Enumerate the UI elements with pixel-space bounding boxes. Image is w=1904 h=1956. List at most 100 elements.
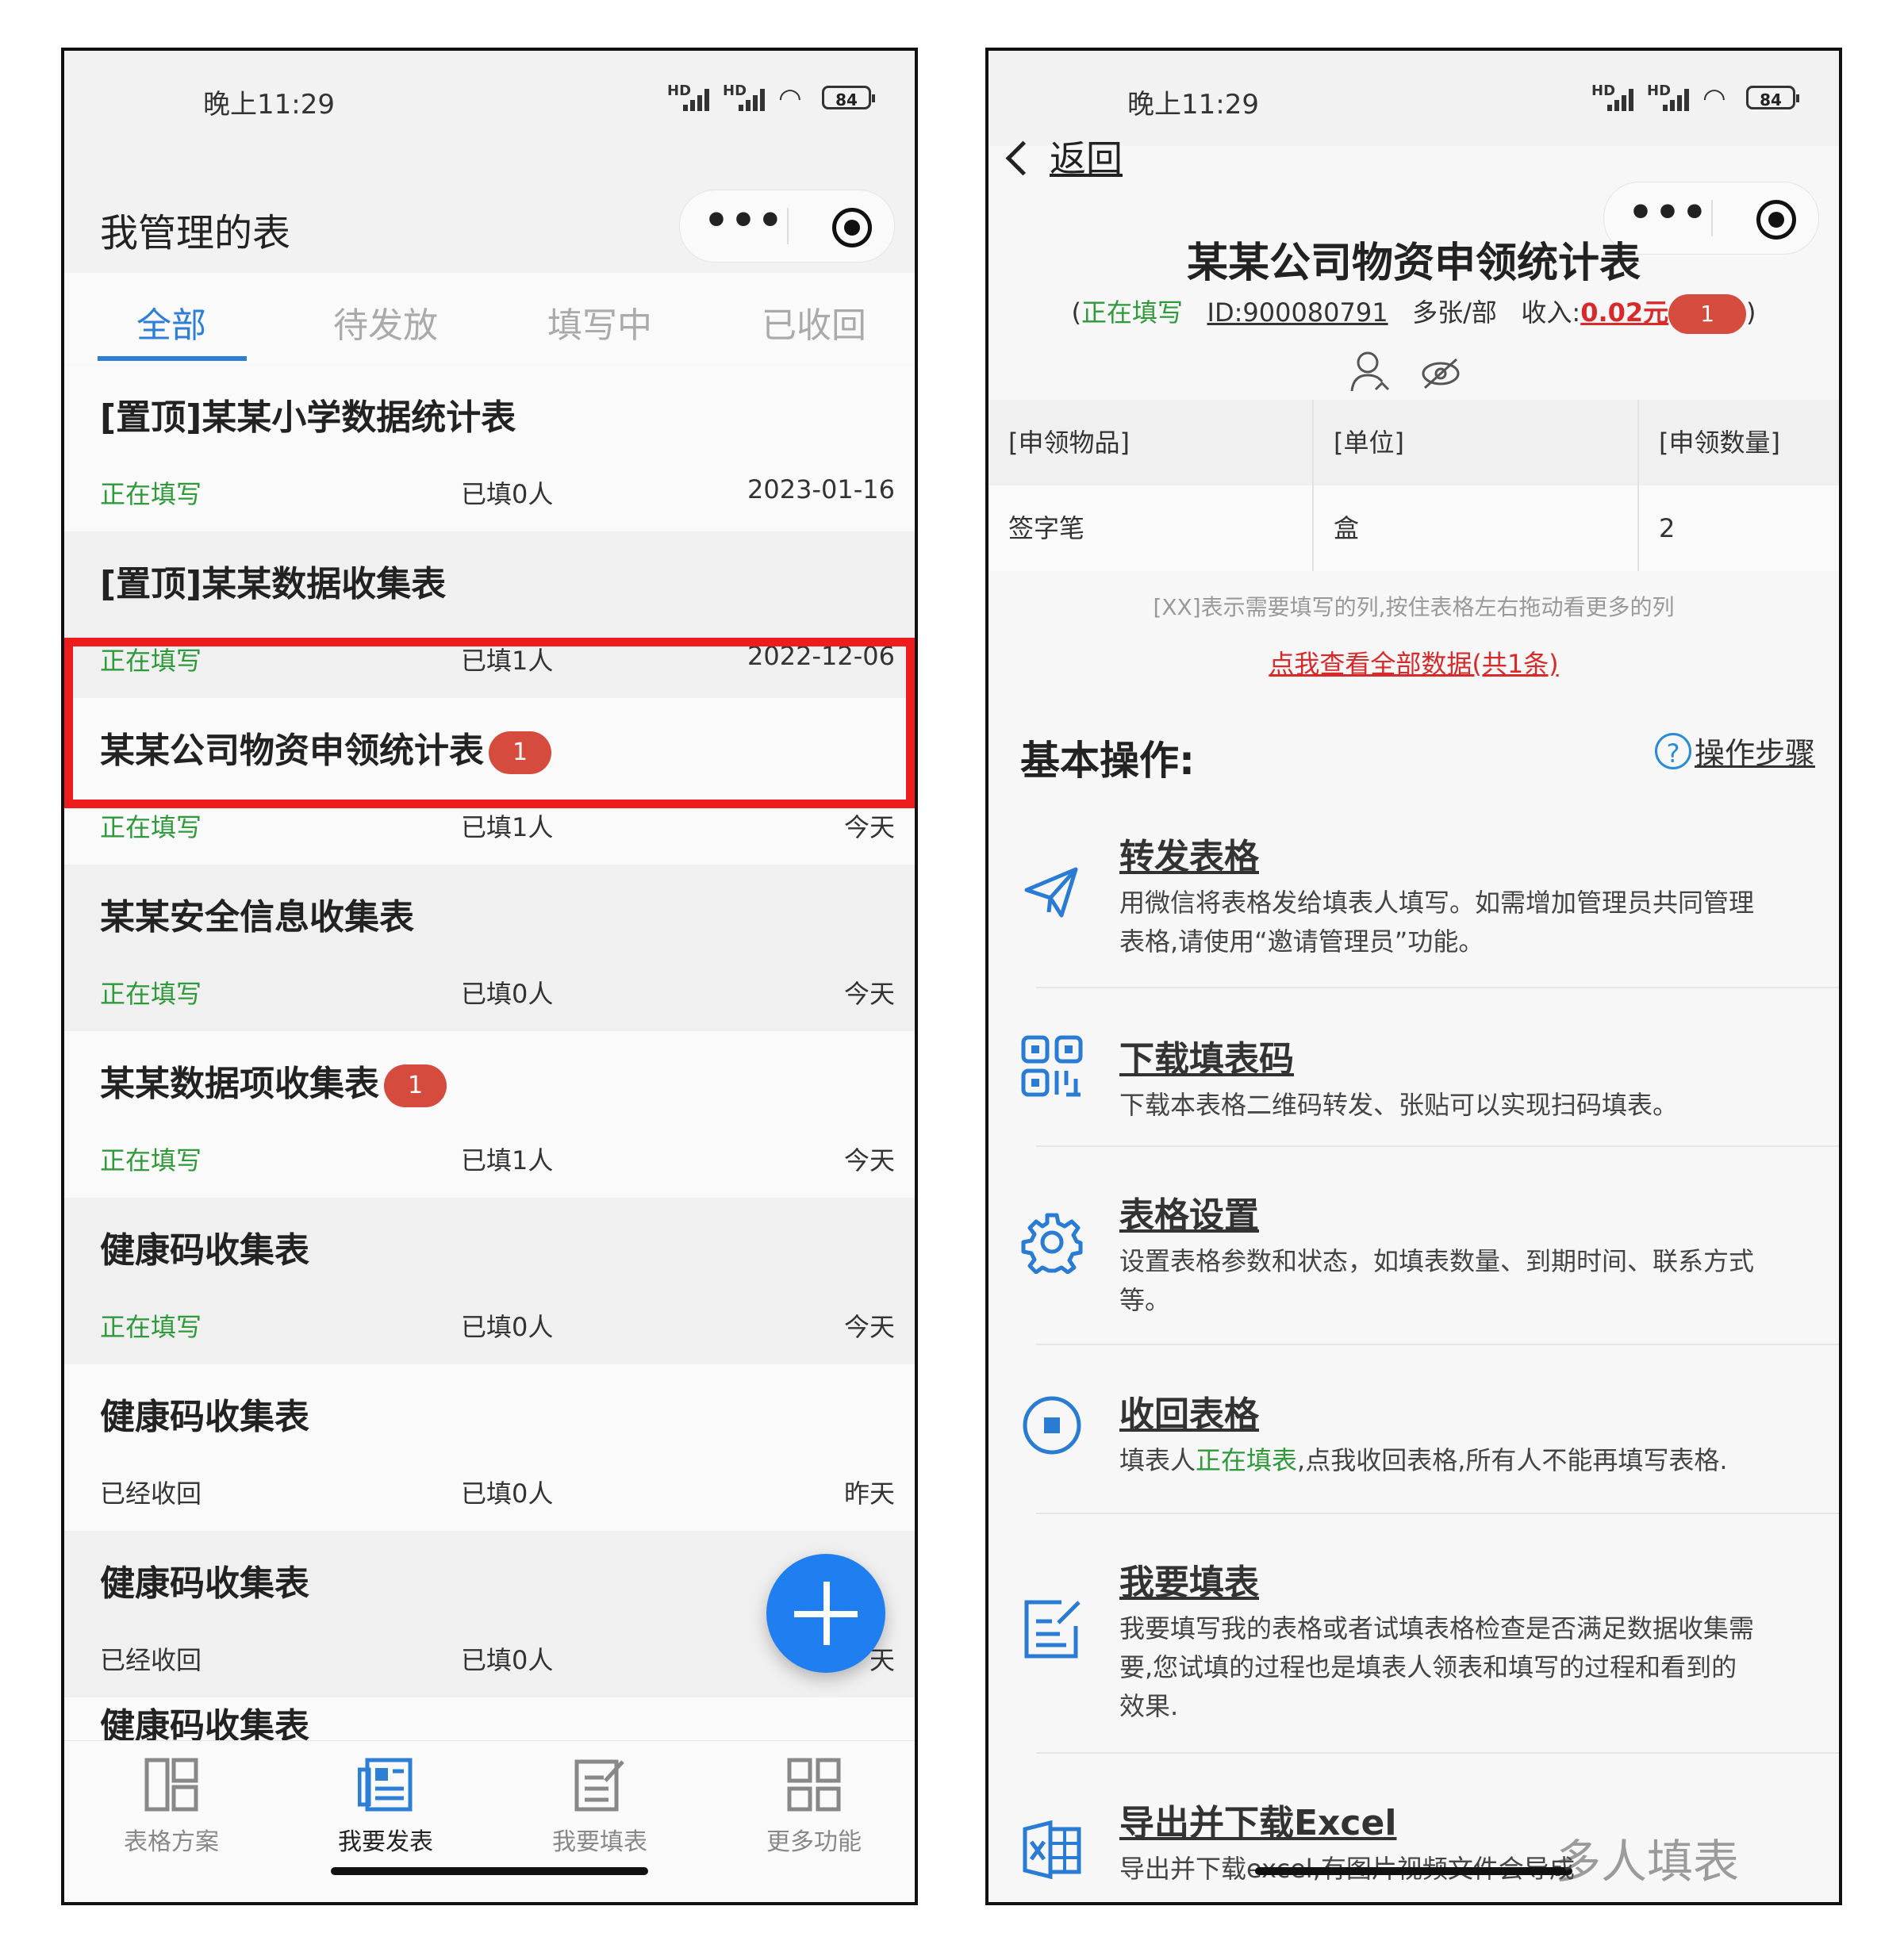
income-label: 收入: [1521, 297, 1581, 328]
table-header-cell: [申领物品] [988, 400, 1314, 485]
item-date: 昨天 [843, 1479, 895, 1509]
capsule-divider [787, 208, 789, 244]
item-date: 今天 [843, 1312, 895, 1342]
right-phone-screen: 晚上11:29 HD HD ◠ 84 ••• 返回 某某公司物资申领统计表 (正… [985, 48, 1842, 1905]
op-title: 表格设置 [1119, 1195, 1259, 1236]
home-indicator [1255, 1867, 1572, 1875]
left-phone-screen: 晚上11:29 HD HD ◠ 84 我管理的表 ••• 全部 待发放 填写中 … [61, 48, 918, 1905]
table-cell: 签字笔 [988, 485, 1314, 571]
help-label: 操作步骤 [1694, 736, 1815, 771]
meta-icons [1345, 348, 1472, 396]
unread-badge: 1 [489, 731, 552, 774]
nav-publish[interactable]: 我要发表 [278, 1757, 493, 1857]
item-count: 已填0人 [461, 979, 554, 1009]
item-count: 已填1人 [461, 812, 554, 842]
tab-collected[interactable]: 已收回 [707, 297, 915, 347]
stop-icon [1023, 1396, 1081, 1455]
list-item[interactable]: 某某数据项收集表 1 正在填写 已填1人 今天 [64, 1031, 915, 1198]
op-title: 收回表格 [1119, 1394, 1259, 1435]
list-item[interactable]: [置顶]某某数据收集表 正在填写 已填1人 2022-12-06 [64, 531, 915, 698]
op-download-qr[interactable]: 下载填表码 下载本表格二维码转发、张贴可以实现扫码填表。 [988, 1030, 1839, 1126]
form-state: 正在填写 [1081, 297, 1183, 328]
battery-icon: 84 [822, 86, 875, 109]
help-steps-link[interactable]: ? 操作步骤 [1654, 729, 1815, 773]
publish-form-icon [357, 1758, 413, 1812]
signal-icon-2 [1663, 89, 1695, 111]
list-item[interactable]: 健康码收集表 [64, 1697, 915, 1747]
form-id-link[interactable]: ID:900080791 [1207, 297, 1388, 328]
user-icon[interactable] [1345, 348, 1393, 396]
list-item[interactable]: [置顶]某某小学数据统计表 正在填写 已填0人 2023-01-16 [64, 365, 915, 531]
paper-plane-icon [1024, 867, 1078, 918]
status-time: 晚上11:29 [203, 89, 335, 121]
eye-hidden-icon[interactable] [1417, 348, 1464, 396]
active-tab-indicator [98, 356, 247, 361]
op-title: 我要填表 [1119, 1563, 1259, 1603]
op-desc-text: 填表人 [1119, 1445, 1196, 1475]
status-time: 晚上11:29 [1127, 89, 1259, 121]
form-meta-line: (正在填写 ID:900080791 多张/部 收入:0.02元 1) [988, 293, 1839, 334]
nav-label: 表格方案 [124, 1828, 219, 1856]
tab-all[interactable]: 全部 [64, 297, 278, 347]
nav-fill[interactable]: 我要填表 [493, 1757, 707, 1857]
more-dots-icon[interactable]: ••• [704, 201, 783, 244]
item-status: 正在填写 [100, 646, 202, 676]
close-target-icon[interactable] [832, 208, 872, 247]
item-title: 健康码收集表 [100, 1397, 309, 1437]
op-description: 填表人正在填表,点我收回表格,所有人不能再填写表格. [1119, 1441, 1754, 1480]
op-desc-state: 正在填表 [1196, 1445, 1298, 1475]
nav-label: 更多功能 [766, 1828, 862, 1856]
question-icon: ? [1654, 732, 1691, 769]
income-link[interactable]: 0.02元 [1580, 297, 1668, 328]
item-title-wrap: 某某公司物资申领统计表 1 [100, 722, 552, 774]
battery-icon: 84 [1746, 86, 1799, 109]
tab-filling[interactable]: 填写中 [493, 297, 707, 347]
view-all-data-link[interactable]: 点我查看全部数据(共1条) [988, 644, 1839, 681]
item-title: 某某公司物资申领统计表 [100, 731, 484, 771]
wifi-icon: ◠ [778, 82, 802, 114]
item-date: 今天 [843, 812, 895, 842]
item-status: 正在填写 [100, 1312, 202, 1342]
nav-more[interactable]: 更多功能 [707, 1757, 915, 1857]
back-button[interactable]: 返回 [1005, 130, 1123, 182]
item-title: [置顶]某某小学数据统计表 [100, 397, 516, 438]
templates-icon [144, 1758, 198, 1812]
item-date: 今天 [843, 979, 895, 1009]
qr-code-icon [1021, 1035, 1083, 1097]
op-forward[interactable]: 转发表格 用微信将表格发给填表人填写。如需增加管理员共同管理表格,请使用“邀请管… [988, 828, 1839, 957]
list-item[interactable]: 健康码收集表 正在填写 已填0人 今天 [64, 1198, 915, 1364]
item-count: 已填1人 [461, 1145, 554, 1176]
section-title: 基本操作: [1020, 738, 1195, 784]
grid-icon [787, 1758, 841, 1812]
add-form-fab-button[interactable] [766, 1554, 885, 1673]
table-cell: 盒 [1314, 485, 1639, 571]
list-item[interactable]: 某某公司物资申领统计表 1 正在填写 已填1人 今天 [64, 698, 915, 865]
watermark-text: 多人填表 [1555, 1835, 1740, 1889]
filter-tabs: 全部 待发放 填写中 已收回 [64, 273, 915, 364]
divider [1036, 1513, 1839, 1514]
item-status: 正在填写 [100, 1145, 202, 1176]
divider [1036, 1145, 1839, 1147]
tab-pending[interactable]: 待发放 [278, 297, 493, 347]
signal-icon-2 [739, 89, 770, 111]
item-date: 今天 [843, 1145, 895, 1176]
item-status: 已经收回 [100, 1479, 202, 1509]
wifi-icon: ◠ [1702, 82, 1726, 114]
list-item[interactable]: 某某安全信息收集表 正在填写 已填0人 今天 [64, 865, 915, 1031]
op-collect[interactable]: 收回表格 填表人正在填表,点我收回表格,所有人不能再填写表格. [988, 1386, 1839, 1489]
op-description: 下载本表格二维码转发、张贴可以实现扫码填表。 [1119, 1090, 1679, 1120]
item-status: 已经收回 [100, 1645, 202, 1675]
income-badge: 1 [1668, 294, 1747, 334]
app-header: 我管理的表 ••• [64, 146, 915, 273]
item-count: 已填1人 [461, 646, 554, 676]
list-item[interactable]: 健康码收集表 已经收回 已填0人 昨天 [64, 1364, 915, 1531]
status-bar: 晚上11:29 HD HD ◠ 84 [64, 51, 915, 146]
op-title: 下载填表码 [1119, 1039, 1294, 1080]
nav-templates[interactable]: 表格方案 [64, 1757, 278, 1857]
op-settings[interactable]: 表格设置 设置表格参数和状态，如填表数量、到期时间、联系方式等。 [988, 1187, 1839, 1315]
item-status: 正在填写 [100, 479, 202, 509]
home-indicator [331, 1867, 648, 1875]
op-fill[interactable]: 我要填表 我要填写我的表格或者试填表格检查是否满足数据收集需要,您试填的过程也是… [988, 1554, 1839, 1721]
table-header-row: [申领物品] [单位] [申领数量] [988, 400, 1839, 485]
item-title: 某某安全信息收集表 [100, 897, 414, 938]
